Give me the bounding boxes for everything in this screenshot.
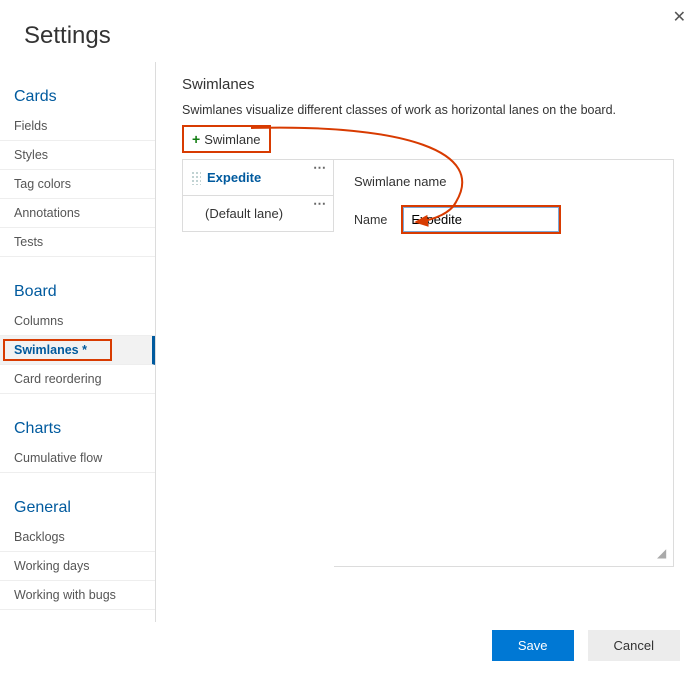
section-board: Board — [0, 279, 155, 307]
sidebar-item-working-with-bugs[interactable]: Working with bugs — [0, 581, 155, 610]
swimlane-item-label: Expedite — [207, 170, 261, 185]
resize-grip-icon[interactable]: ◢ — [657, 550, 669, 562]
swimlane-item-label: (Default lane) — [205, 206, 283, 221]
detail-heading: Swimlane name — [354, 174, 653, 189]
sidebar-item-tests[interactable]: Tests — [0, 228, 155, 257]
cancel-button[interactable]: Cancel — [588, 630, 680, 661]
sidebar-item-cumulative-flow[interactable]: Cumulative flow — [0, 444, 155, 473]
add-swimlane-label: Swimlane — [204, 132, 260, 147]
add-swimlane-button[interactable]: + Swimlane — [182, 125, 271, 153]
dialog-title: Settings — [0, 0, 700, 62]
sidebar-item-card-reordering[interactable]: Card reordering — [0, 365, 155, 394]
page-description: Swimlanes visualize different classes of… — [182, 103, 674, 117]
sidebar-item-working-days[interactable]: Working days — [0, 552, 155, 581]
sidebar-item-columns[interactable]: Columns — [0, 307, 155, 336]
section-cards: Cards — [0, 84, 155, 112]
section-charts: Charts — [0, 416, 155, 444]
save-button[interactable]: Save — [492, 630, 574, 661]
sidebar-item-backlogs[interactable]: Backlogs — [0, 523, 155, 552]
more-icon[interactable]: ⋯ — [313, 196, 327, 212]
swimlane-list: Expedite ⋯ (Default lane) ⋯ — [182, 159, 334, 232]
swimlane-item-default[interactable]: (Default lane) ⋯ — [182, 196, 334, 232]
swimlane-detail-pane: Swimlane name Name ◢ — [334, 159, 674, 567]
drag-handle-icon[interactable] — [191, 171, 201, 185]
settings-sidebar: Cards Fields Styles Tag colors Annotatio… — [0, 62, 156, 622]
more-icon[interactable]: ⋯ — [313, 160, 327, 176]
swimlane-item-expedite[interactable]: Expedite ⋯ — [182, 159, 334, 196]
sidebar-item-tag-colors[interactable]: Tag colors — [0, 170, 155, 199]
section-general: General — [0, 495, 155, 523]
dialog-footer: Save Cancel — [492, 630, 680, 661]
sidebar-item-fields[interactable]: Fields — [0, 112, 155, 141]
swimlane-name-input[interactable] — [401, 205, 561, 234]
sidebar-item-swimlanes[interactable]: Swimlanes * — [0, 336, 155, 365]
dialog-body: Cards Fields Styles Tag colors Annotatio… — [0, 62, 700, 622]
sidebar-item-styles[interactable]: Styles — [0, 141, 155, 170]
settings-main: Swimlanes Swimlanes visualize different … — [156, 62, 700, 622]
name-label: Name — [354, 213, 387, 227]
close-button[interactable]: ✕ — [669, 6, 690, 30]
page-title: Swimlanes — [182, 76, 674, 93]
sidebar-item-annotations[interactable]: Annotations — [0, 199, 155, 228]
plus-icon: + — [192, 131, 200, 147]
